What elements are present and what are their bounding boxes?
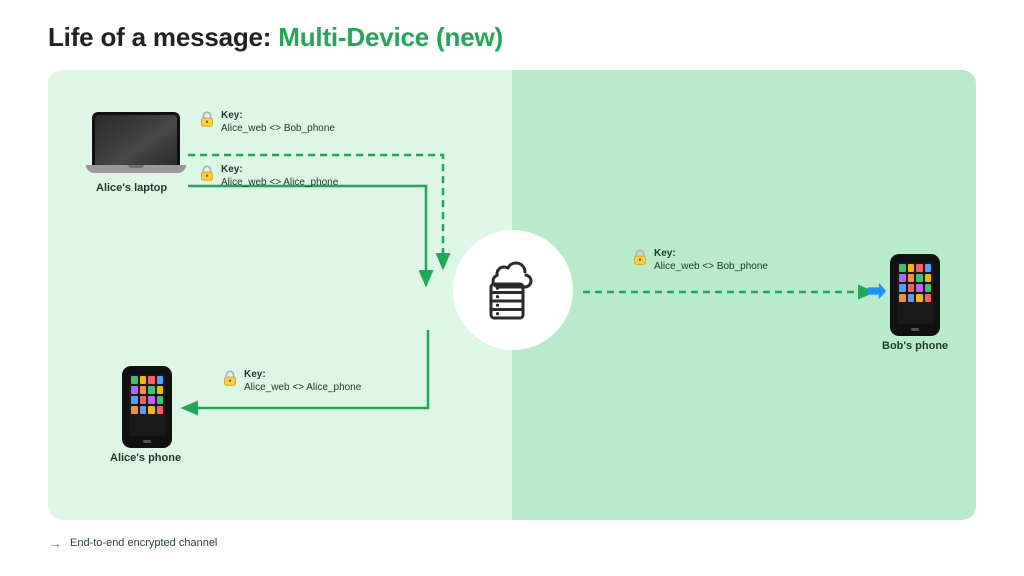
title-part2: Multi-Device (new) [278, 22, 503, 52]
key-annotation-3: Key: Alice_web <> Bob_phone [654, 248, 768, 273]
title-part1: Life of a message: [48, 22, 278, 52]
label-alice-laptop: Alice's laptop [96, 182, 167, 194]
lock-icon [198, 164, 216, 182]
lock-icon [631, 248, 649, 266]
phone-screen [897, 262, 933, 324]
diagram-panel: Alice's laptop Key: Alice_web <> Bob_pho… [48, 70, 976, 520]
lock-icon [198, 110, 216, 128]
key-label: Key: [221, 110, 335, 123]
key-pair: Alice_web <> Alice_phone [221, 177, 338, 190]
key-pair: Alice_web <> Bob_phone [221, 123, 335, 136]
device-bob-phone [890, 254, 940, 336]
key-pair: Alice_web <> Bob_phone [654, 261, 768, 274]
legend: → End-to-end encrypted channel [48, 535, 217, 551]
lock-icon [221, 369, 239, 387]
label-bob-phone: Bob's phone [882, 340, 948, 352]
page-title: Life of a message: Multi-Device (new) [48, 22, 503, 53]
key-label: Key: [654, 248, 768, 261]
inbound-arrow-icon [866, 280, 888, 302]
label-alice-phone: Alice's phone [110, 452, 181, 464]
key-pair: Alice_web <> Alice_phone [244, 382, 361, 395]
legend-arrow-icon: → [48, 535, 62, 551]
key-label: Key: [221, 164, 338, 177]
device-alice-laptop [86, 112, 186, 173]
key-annotation-2: Key: Alice_web <> Alice_phone [244, 369, 361, 394]
device-alice-phone [122, 366, 172, 448]
legend-text: End-to-end encrypted channel [70, 537, 217, 549]
phone-screen [129, 374, 165, 436]
server-node [453, 230, 573, 350]
key-annotation-1: Key: Alice_web <> Alice_phone [221, 164, 338, 189]
key-annotation-0: Key: Alice_web <> Bob_phone [221, 110, 335, 135]
key-label: Key: [244, 369, 361, 382]
server-cloud-icon [477, 254, 549, 326]
